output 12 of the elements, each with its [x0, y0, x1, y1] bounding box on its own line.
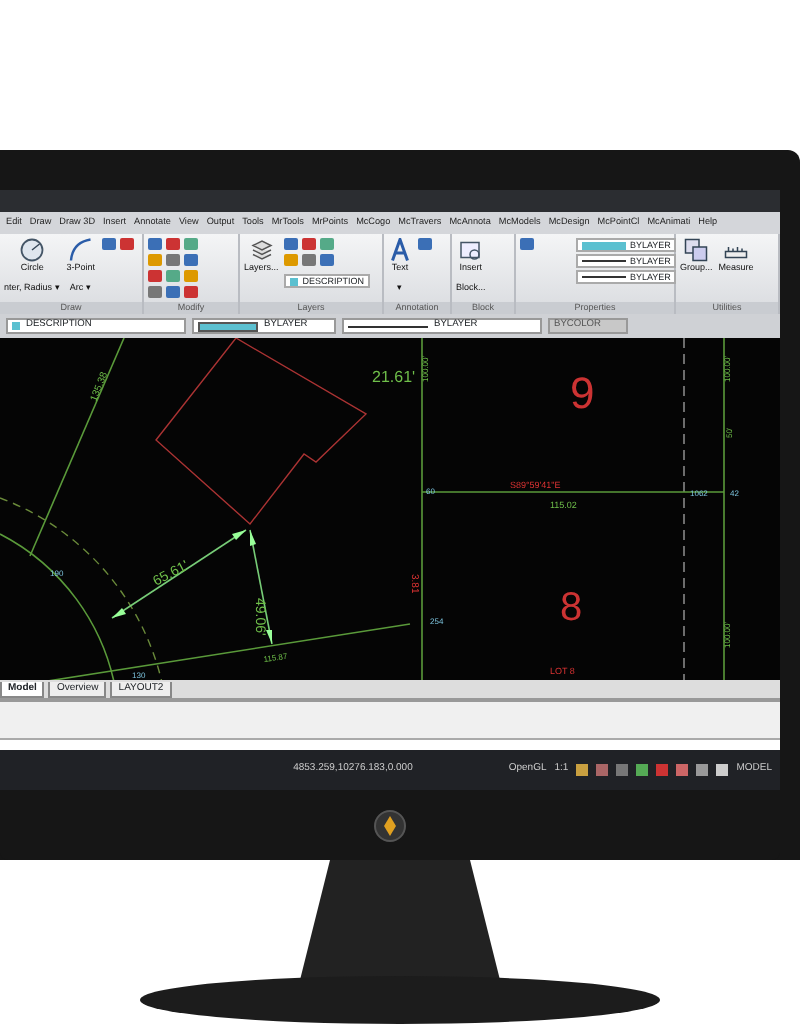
drawing-label: 8: [560, 586, 583, 630]
logo-icon: [374, 809, 406, 841]
group-icon: [684, 238, 709, 262]
arc-icon: [68, 238, 93, 262]
layers-icon: [249, 238, 274, 262]
circle-icon: [20, 238, 45, 262]
tool-icon[interactable]: [520, 238, 534, 250]
drawing-label: 9: [570, 368, 595, 418]
drawing-label: 21.61': [372, 368, 416, 386]
tool-icon[interactable]: [418, 238, 432, 250]
text-icon: [388, 238, 412, 262]
block-icon: [458, 238, 483, 262]
